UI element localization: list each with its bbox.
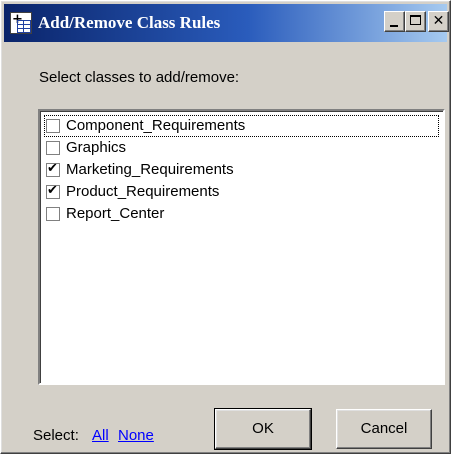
add-remove-class-rules-dialog: + Add/Remove Class Rules ✕ Select classe… (0, 0, 451, 454)
item-label: Report_Center (66, 205, 165, 222)
list-item-report-center[interactable]: Report_Center (44, 203, 439, 225)
add-table-icon: + (10, 12, 32, 34)
list-item-marketing-requirements[interactable]: ✔ Marketing_Requirements (44, 159, 439, 181)
list-item-product-requirements[interactable]: ✔ Product_Requirements (44, 181, 439, 203)
item-label: Marketing_Requirements (66, 161, 234, 178)
item-label: Component_Requirements (66, 117, 246, 134)
cancel-button[interactable]: Cancel (336, 409, 432, 449)
minimize-button[interactable] (384, 11, 405, 32)
checkbox[interactable] (46, 119, 60, 133)
item-label: Product_Requirements (66, 183, 220, 200)
checkbox[interactable] (46, 141, 60, 155)
checkbox[interactable]: ✔ (46, 183, 60, 199)
select-all-link[interactable]: All (92, 427, 109, 444)
checkbox[interactable]: ✔ (46, 161, 60, 177)
select-none-link[interactable]: None (118, 427, 154, 444)
checkbox[interactable] (46, 207, 60, 221)
minimize-icon (390, 25, 398, 27)
maximize-button[interactable] (405, 11, 426, 32)
check-icon: ✔ (47, 161, 58, 176)
select-label: Select: (33, 427, 79, 444)
window-title: Add/Remove Class Rules (38, 13, 221, 32)
list-item-graphics[interactable]: Graphics (44, 137, 439, 159)
maximize-icon (410, 15, 421, 25)
item-label: Graphics (66, 139, 127, 156)
close-icon: ✕ (432, 13, 445, 29)
class-list[interactable]: Component_Requirements Graphics ✔ Market… (38, 109, 445, 385)
check-icon: ✔ (47, 183, 58, 198)
instruction-label: Select classes to add/remove: (39, 69, 240, 86)
title-bar[interactable]: + Add/Remove Class Rules ✕ (4, 4, 449, 42)
ok-button[interactable]: OK (214, 408, 312, 450)
list-item-component-requirements[interactable]: Component_Requirements (44, 115, 439, 137)
close-button[interactable]: ✕ (428, 11, 449, 32)
